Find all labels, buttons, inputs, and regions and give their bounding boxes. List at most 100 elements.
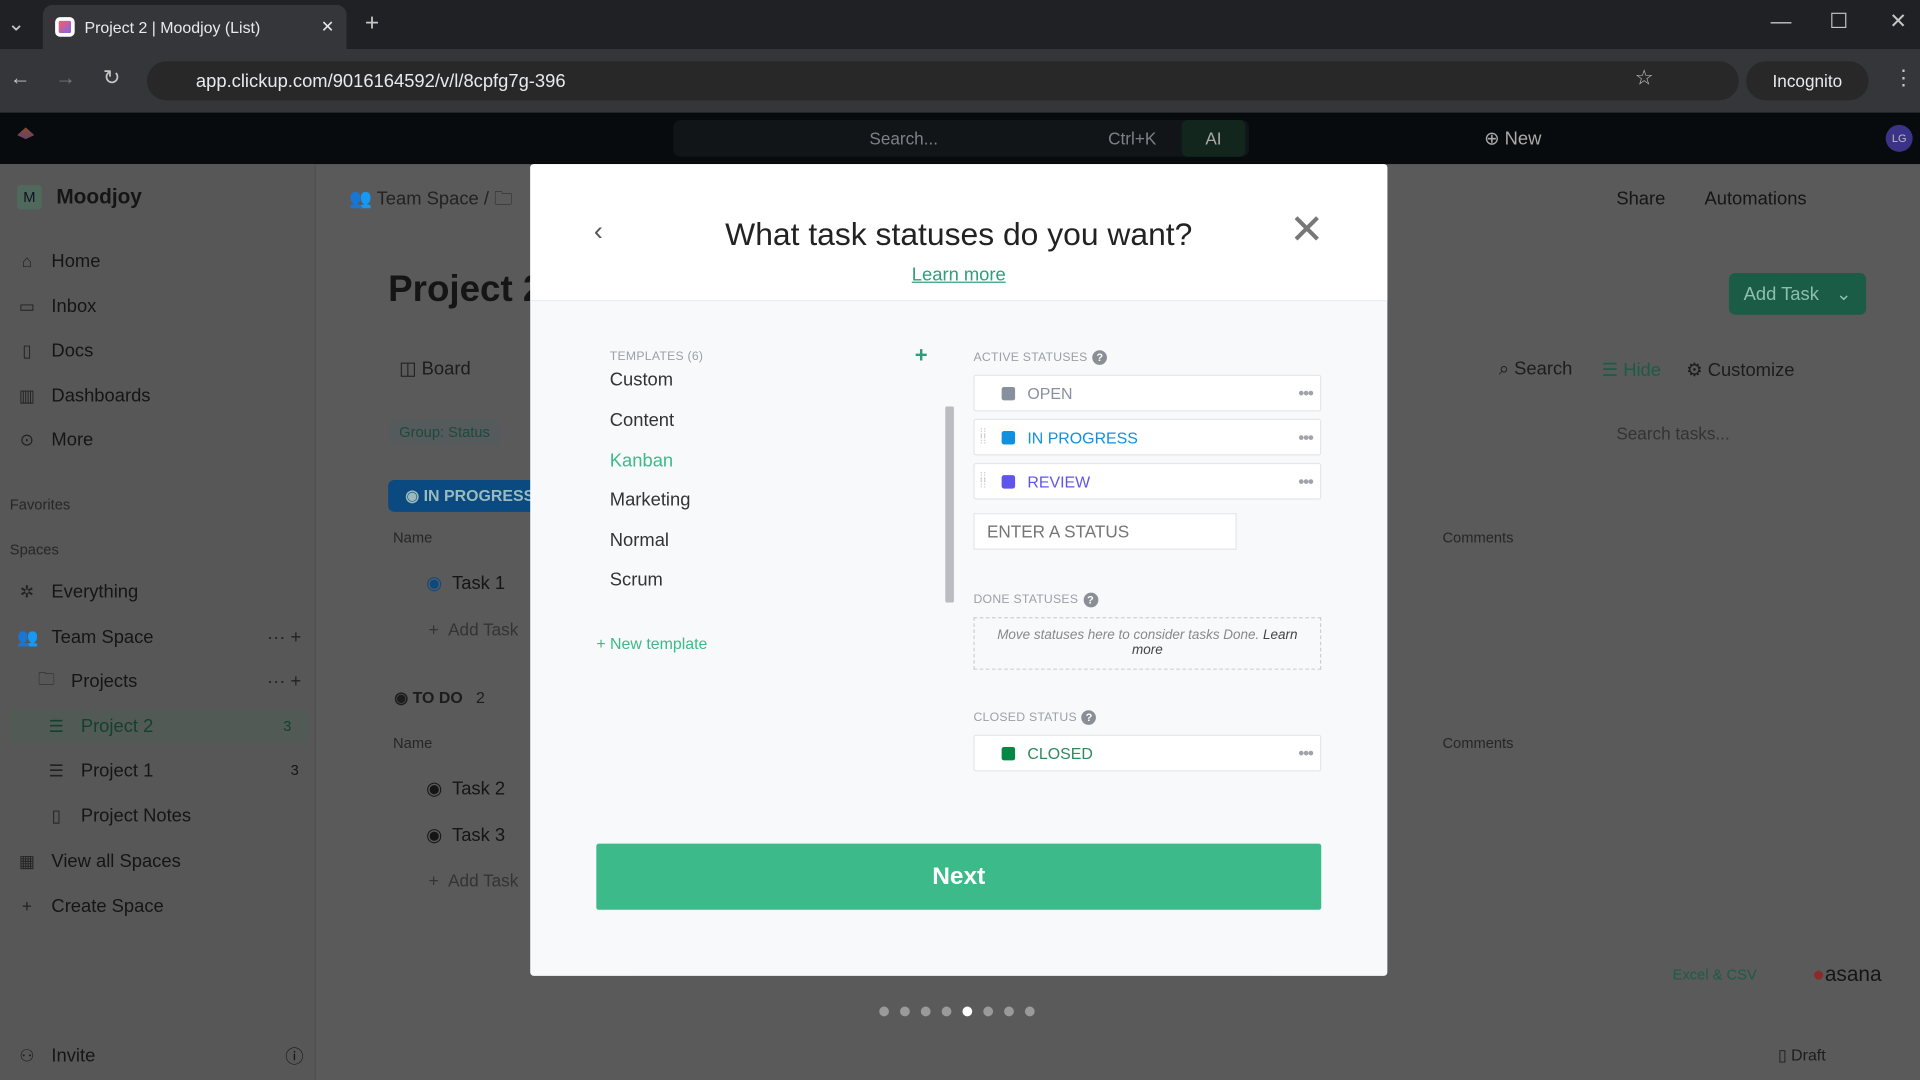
search-tasks-input[interactable]: Search tasks...: [1616, 424, 1729, 444]
step-dot[interactable]: [900, 1006, 910, 1017]
maximize-icon[interactable]: ☐: [1829, 10, 1848, 34]
incognito-badge[interactable]: Incognito: [1746, 61, 1869, 101]
column-comments: Comments: [1442, 734, 1514, 752]
template-content[interactable]: Content: [610, 410, 674, 431]
step-dot[interactable]: [941, 1006, 952, 1017]
drag-handle-icon[interactable]: ⁞⁞ ⁞⁞: [980, 428, 987, 446]
drag-handle-icon[interactable]: ⁞⁞ ⁞⁞: [980, 472, 987, 490]
template-custom[interactable]: Custom: [610, 372, 673, 390]
forward-icon[interactable]: →: [55, 66, 76, 90]
status-color-swatch[interactable]: [1001, 474, 1016, 488]
sidebar-item-more[interactable]: ⊙ More: [17, 422, 94, 456]
status-row-in-progress[interactable]: ⁞⁞ ⁞⁞ IN PROGRESS •••: [973, 418, 1322, 456]
global-search[interactable]: Search... Ctrl+K: [673, 120, 1249, 157]
step-dot[interactable]: [879, 1006, 889, 1017]
step-dot[interactable]: [1024, 1006, 1035, 1017]
step-dot[interactable]: [962, 1006, 973, 1017]
close-window-icon[interactable]: ✕: [1889, 10, 1906, 34]
import-excel-button[interactable]: Excel & CSV: [1673, 966, 1757, 983]
group-by-button[interactable]: Group: Status: [389, 418, 500, 446]
status-row-closed[interactable]: CLOSED •••: [973, 734, 1322, 772]
template-scrum[interactable]: Scrum: [610, 569, 663, 590]
next-button[interactable]: Next: [596, 843, 1322, 910]
sidebar-item-project-notes[interactable]: ▯ Project Notes: [47, 798, 191, 832]
tab-list-icon[interactable]: ⌄: [7, 12, 24, 36]
page-title: Project 2: [388, 269, 544, 310]
template-normal[interactable]: Normal: [610, 530, 669, 551]
sidebar-item-everything[interactable]: ✲ Everything: [17, 574, 138, 608]
task-row[interactable]: ◉ Task 3: [426, 824, 505, 846]
enter-status-input[interactable]: [973, 513, 1237, 550]
sidebar-item-project-2[interactable]: ☰ Project 23: [9, 708, 309, 744]
status-color-swatch[interactable]: [1001, 430, 1016, 444]
step-dot[interactable]: [920, 1006, 931, 1017]
done-statuses-dropzone[interactable]: Move statuses here to consider tasks Don…: [973, 617, 1322, 670]
close-tab-icon[interactable]: ✕: [321, 17, 334, 37]
sidebar-item-projects[interactable]: 🗀 Projects ··· +: [37, 664, 301, 698]
sidebar-item-create-space[interactable]: + Create Space: [17, 889, 164, 923]
templates-scrollbar[interactable]: [945, 406, 954, 603]
sidebar-item-home[interactable]: ⌂ Home: [17, 244, 101, 278]
import-asana-button[interactable]: ●asana: [1812, 962, 1881, 986]
invite-button[interactable]: ⚇ Invite ⓘ: [17, 1038, 304, 1072]
bookmark-star-icon[interactable]: ☆: [1635, 66, 1654, 90]
more-icon: ⊙: [19, 429, 35, 449]
close-icon[interactable]: ✕: [1289, 206, 1324, 255]
group-to-do[interactable]: ◉ TO DO 2: [394, 688, 485, 708]
help-icon[interactable]: ?: [1081, 710, 1097, 725]
task-row[interactable]: ◉ Task 1: [426, 572, 505, 594]
back-icon[interactable]: ←: [10, 66, 31, 90]
sidebar-item-view-all-spaces[interactable]: ▦ View all Spaces: [17, 844, 181, 878]
more-options-icon[interactable]: •••: [1298, 743, 1314, 763]
column-comments: Comments: [1442, 528, 1514, 547]
step-dot[interactable]: [983, 1006, 994, 1017]
customize-button[interactable]: ⚙ Customize: [1686, 359, 1794, 381]
new-template-link[interactable]: + New template: [596, 634, 707, 652]
learn-more-link[interactable]: Learn more: [912, 264, 1006, 285]
modal-header: ‹ What task statuses do you want? Learn …: [530, 164, 1388, 302]
browser-tab[interactable]: Project 2 | Moodjoy (List) ✕: [42, 4, 347, 49]
status-color-swatch[interactable]: [1001, 746, 1016, 760]
help-icon[interactable]: ?: [1092, 350, 1108, 365]
add-task-button[interactable]: Add Task ⌄: [1728, 273, 1867, 315]
ai-button[interactable]: AI: [1181, 120, 1246, 157]
status-row-review[interactable]: ⁞⁞ ⁞⁞ REVIEW •••: [973, 462, 1322, 500]
help-icon[interactable]: ?: [1083, 592, 1098, 608]
draft-button[interactable]: ▯ Draft: [1778, 1046, 1826, 1066]
help-icon[interactable]: ⓘ: [285, 1043, 303, 1069]
sidebar-item-project-1[interactable]: ☰ Project 13: [47, 753, 299, 787]
add-template-icon[interactable]: +: [915, 343, 928, 369]
add-task-row[interactable]: + Add Task: [429, 871, 519, 891]
share-button[interactable]: Share: [1604, 184, 1678, 215]
minimize-icon[interactable]: —: [1771, 10, 1792, 34]
new-tab-icon[interactable]: +: [365, 10, 379, 38]
breadcrumb[interactable]: 👥 Team Space / 🗀: [349, 186, 512, 217]
search-button[interactable]: ⌕ Search: [1499, 359, 1573, 380]
list-icon: ☰: [48, 715, 65, 736]
add-task-row[interactable]: + Add Task: [429, 620, 519, 640]
task-row[interactable]: ◉ Task 2: [426, 778, 505, 800]
status-color-swatch[interactable]: [1001, 386, 1016, 400]
avatar[interactable]: LG: [1885, 124, 1913, 152]
hide-button[interactable]: ☰ Hide: [1602, 359, 1661, 381]
url-input[interactable]: app.clickup.com/9016164592/v/l/8cpfg7g-3…: [146, 61, 1739, 101]
sidebar-item-dashboards[interactable]: ▥ Dashboards: [17, 378, 151, 412]
favorites-header[interactable]: Favorites: [10, 487, 70, 521]
more-options-icon[interactable]: •••: [1298, 427, 1314, 447]
group-in-progress[interactable]: ◉ IN PROGRESS: [388, 480, 552, 512]
workspace-switcher[interactable]: M Moodjoy: [17, 180, 142, 214]
template-marketing[interactable]: Marketing: [610, 490, 691, 511]
status-row-open[interactable]: OPEN •••: [973, 374, 1322, 412]
template-kanban[interactable]: Kanban: [610, 451, 673, 472]
new-button[interactable]: ⊕ New: [1484, 127, 1541, 150]
sidebar-item-inbox[interactable]: ▭ Inbox: [17, 289, 97, 323]
tab-board[interactable]: ◫ Board: [399, 358, 470, 380]
step-dot[interactable]: [1004, 1006, 1014, 1017]
more-options-icon[interactable]: •••: [1298, 471, 1314, 491]
sidebar-item-team-space[interactable]: 👥 Team Space ··· +: [17, 620, 301, 654]
automations-button[interactable]: Automations: [1692, 184, 1819, 215]
more-options-icon[interactable]: •••: [1298, 383, 1314, 403]
browser-menu-icon[interactable]: ⋮: [1893, 66, 1914, 90]
reload-icon[interactable]: ↻: [103, 66, 120, 90]
sidebar-item-docs[interactable]: ▯ Docs: [17, 333, 93, 367]
